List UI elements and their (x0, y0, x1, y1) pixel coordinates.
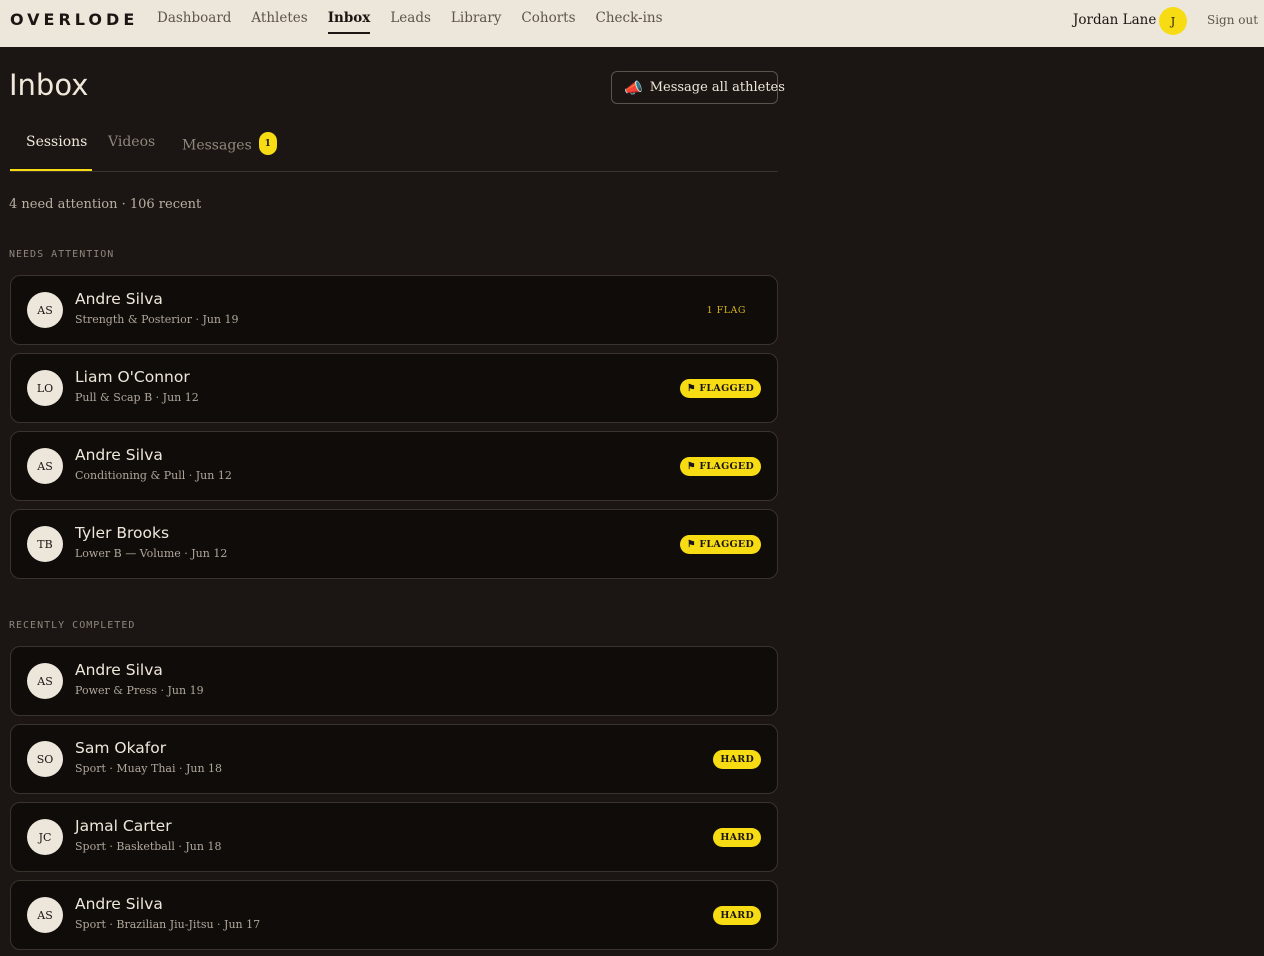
session-row[interactable]: AS Andre Silva Power & Press · Jun 19 (10, 646, 778, 716)
nav-cohorts[interactable]: Cohorts (521, 0, 575, 34)
message-all-label: Message all athletes (649, 80, 785, 95)
tab-videos[interactable]: Videos (108, 124, 155, 171)
unread-count-badge: 1 (258, 132, 277, 155)
athlete-name: Andre Silva (75, 290, 163, 308)
session-details: Sport · Brazilian Jiu-Jitsu · Jun 17 (75, 918, 261, 931)
nav-leads[interactable]: Leads (390, 0, 431, 34)
session-details: Sport · Basketball · Jun 18 (75, 840, 222, 853)
athlete-avatar: AS (27, 292, 63, 328)
nav-inbox[interactable]: Inbox (327, 0, 371, 34)
session-row[interactable]: SO Sam Okafor Sport · Muay Thai · Jun 18… (10, 724, 778, 794)
user-avatar[interactable]: J (1159, 7, 1187, 35)
tab-sessions[interactable]: Sessions (10, 124, 92, 171)
flagged-badge: ⚑ FLAGGED (679, 379, 761, 398)
inbox-tabs: Sessions Videos Messages 1 (10, 124, 778, 172)
session-details: Lower B — Volume · Jun 12 (75, 547, 228, 560)
athlete-avatar: TB (27, 526, 63, 562)
session-row[interactable]: AS Andre Silva Conditioning & Pull · Jun… (10, 431, 778, 501)
session-details: Conditioning & Pull · Jun 12 (75, 469, 232, 482)
nav-library[interactable]: Library (451, 0, 502, 34)
tab-sessions-label: Sessions (26, 134, 88, 150)
athlete-avatar: AS (27, 663, 63, 699)
page-title: Inbox (9, 68, 89, 102)
athlete-name: Tyler Brooks (75, 524, 170, 542)
athlete-name: Sam Okafor (75, 739, 167, 757)
athlete-name: Andre Silva (75, 661, 163, 679)
user-name: Jordan Lane (1073, 12, 1157, 28)
difficulty-badge: HARD (713, 906, 761, 925)
athlete-name: Andre Silva (75, 895, 163, 913)
app-logo[interactable]: OVERLODE (10, 10, 138, 29)
session-row[interactable]: AS Andre Silva Strength & Posterior · Ju… (10, 275, 778, 345)
athlete-avatar: LO (27, 370, 63, 406)
nav-athletes[interactable]: Athletes (251, 0, 307, 34)
inbox-summary: 4 need attention · 106 recent (9, 197, 202, 212)
top-nav-bar: OVERLODE Dashboard Athletes Inbox Leads … (0, 0, 1264, 47)
athlete-avatar: JC (27, 819, 63, 855)
session-details: Power & Press · Jun 19 (75, 684, 204, 697)
athlete-name: Liam O'Connor (75, 368, 190, 386)
session-row[interactable]: AS Andre Silva Sport · Brazilian Jiu-Jit… (10, 880, 778, 950)
section-label-needs-attention: NEEDS ATTENTION (9, 249, 115, 260)
athlete-name: Jamal Carter (75, 817, 172, 835)
flag-count: 1 FLAG (706, 305, 746, 316)
session-details: Pull & Scap B · Jun 12 (75, 391, 199, 404)
nav-check-ins[interactable]: Check-ins (596, 0, 663, 34)
session-row[interactable]: JC Jamal Carter Sport · Basketball · Jun… (10, 802, 778, 872)
athlete-avatar: AS (27, 448, 63, 484)
flagged-badge: ⚑ FLAGGED (679, 535, 761, 554)
session-details: Sport · Muay Thai · Jun 18 (75, 762, 223, 775)
athlete-avatar: SO (27, 741, 63, 777)
sign-out-link[interactable]: Sign out (1207, 13, 1258, 27)
tab-videos-label: Videos (108, 134, 156, 150)
tab-messages[interactable]: Messages 1 (182, 124, 277, 171)
difficulty-badge: HARD (713, 828, 761, 847)
flagged-badge: ⚑ FLAGGED (679, 457, 761, 476)
session-row[interactable]: LO Liam O'Connor Pull & Scap B · Jun 12 … (10, 353, 778, 423)
nav-dashboard[interactable]: Dashboard (157, 0, 231, 34)
session-details: Strength & Posterior · Jun 19 (75, 313, 239, 326)
athlete-name: Andre Silva (75, 446, 163, 464)
section-label-recently-completed: RECENTLY COMPLETED (9, 620, 136, 631)
message-all-athletes-button[interactable]: 📣 Message all athletes (611, 71, 785, 104)
difficulty-badge: HARD (713, 750, 761, 769)
tab-messages-label: Messages (182, 137, 252, 154)
athlete-avatar: AS (27, 897, 63, 933)
megaphone-icon: 📣 (624, 78, 643, 97)
main-nav: Dashboard Athletes Inbox Leads Library C… (157, 0, 683, 47)
session-row[interactable]: TB Tyler Brooks Lower B — Volume · Jun 1… (10, 509, 778, 579)
